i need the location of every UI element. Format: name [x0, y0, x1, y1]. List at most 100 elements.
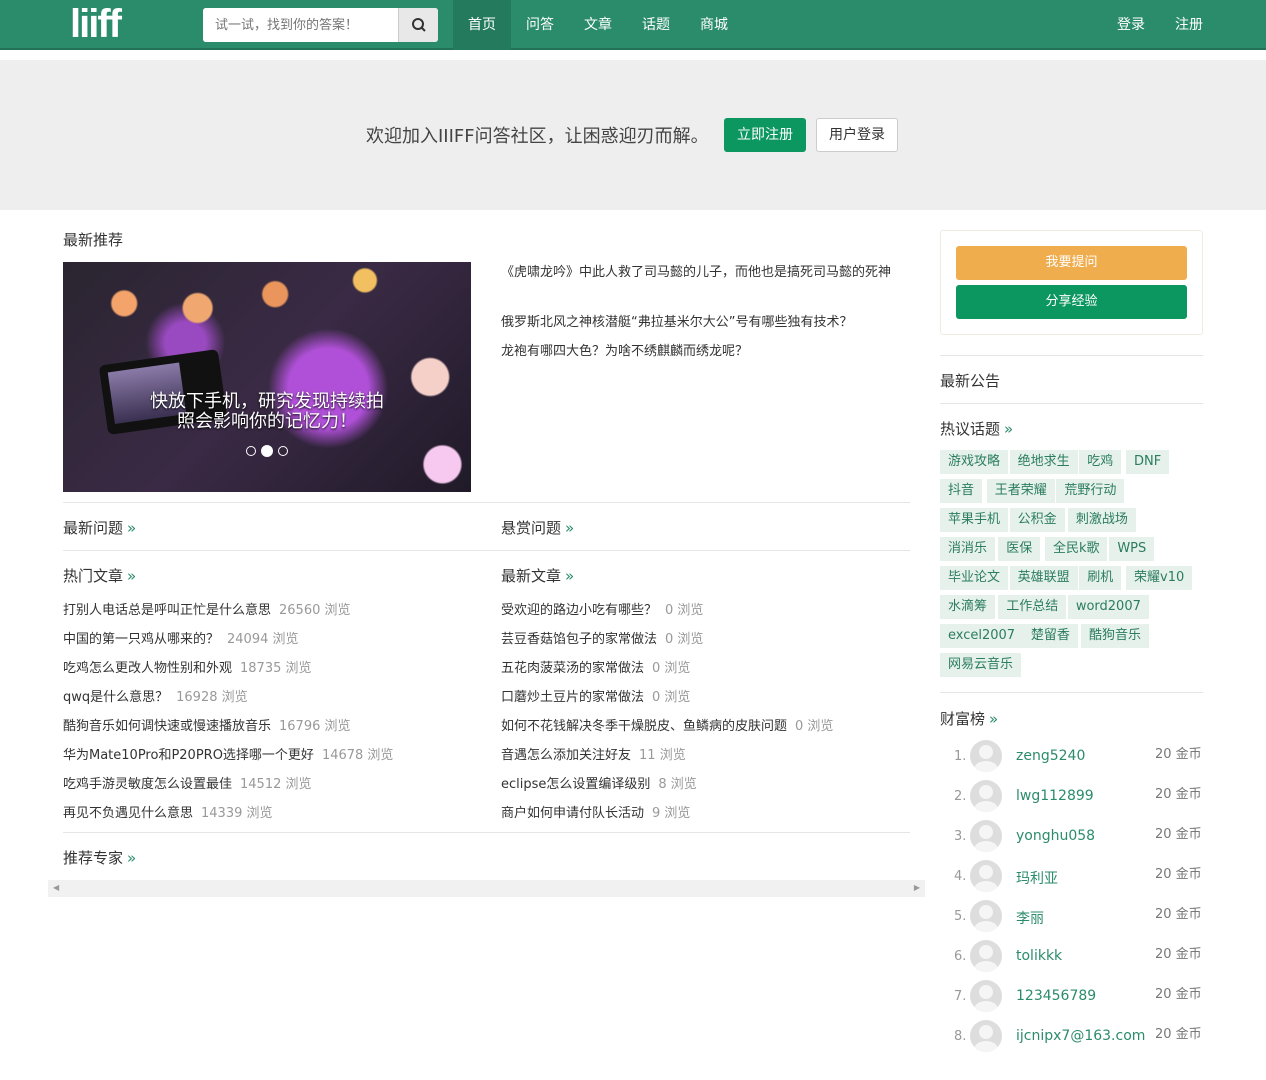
article-title[interactable]: qwq是什么意思？ — [63, 690, 168, 705]
article-item[interactable]: 如何不花钱解决冬季干燥脱皮、鱼鳞病的皮肤问题 0 浏览 — [501, 715, 833, 734]
article-title[interactable]: 中国的第一只鸡从哪来的？ — [63, 632, 219, 647]
topic-tag[interactable]: 酷狗音乐 — [1081, 624, 1150, 648]
avatar[interactable] — [970, 1020, 1002, 1052]
nav-qa[interactable]: 问答 — [511, 0, 569, 50]
topic-tag[interactable]: 王者荣耀 — [986, 479, 1055, 503]
horizontal-scrollbar[interactable]: ◀ ▶ — [48, 880, 925, 897]
nav-mall[interactable]: 商城 — [685, 0, 743, 50]
topic-tag[interactable]: 医保 — [998, 537, 1041, 561]
experts-title[interactable]: 推荐专家» — [63, 847, 136, 868]
share-experience-button[interactable]: 分享经验 — [956, 285, 1187, 319]
topic-tag[interactable]: 英雄联盟 — [1009, 566, 1078, 590]
user-name-link[interactable]: zeng5240 — [1016, 748, 1085, 764]
article-item[interactable]: 打别人电话总是呼叫正忙是什么意思 26560 浏览 — [63, 599, 351, 618]
article-item[interactable]: 受欢迎的路边小吃有哪些？ 0 浏览 — [501, 599, 703, 618]
article-item[interactable]: 吃鸡怎么更改人物性别和外观 18735 浏览 — [63, 657, 312, 676]
article-item[interactable]: 吃鸡手游灵敏度怎么设置最佳 14512 浏览 — [63, 773, 312, 792]
article-title[interactable]: 商户如何申请付队长活动 — [501, 806, 644, 821]
recommend-link[interactable]: 龙袍有哪四大色？为啥不绣麒麟而绣龙呢？ — [501, 341, 911, 362]
search-button[interactable] — [398, 8, 438, 42]
latest-articles-title[interactable]: 最新文章» — [501, 565, 574, 586]
avatar[interactable] — [970, 940, 1002, 972]
carousel-dot[interactable] — [246, 446, 256, 456]
topic-tag[interactable]: 水滴筹 — [940, 595, 996, 619]
article-title[interactable]: 吃鸡怎么更改人物性别和外观 — [63, 661, 232, 676]
article-title[interactable]: 音遇怎么添加关注好友 — [501, 748, 631, 763]
nav-home[interactable]: 首页 — [453, 0, 511, 50]
featured-carousel[interactable]: 快放下手机，研究发现持续拍 照会影响你的记忆力！ — [63, 262, 471, 492]
register-now-button[interactable]: 立即注册 — [724, 118, 806, 152]
bounty-questions-title[interactable]: 悬赏问题» — [501, 517, 574, 538]
topic-tag[interactable]: 绝地求生 — [1009, 450, 1078, 474]
user-name-link[interactable]: tolikkk — [1016, 948, 1062, 964]
article-item[interactable]: 华为Mate10Pro和P20PRO选择哪一个更好 14678 浏览 — [63, 744, 393, 763]
user-name-link[interactable]: lwg112899 — [1016, 788, 1094, 804]
topic-tag[interactable]: excel2007 — [940, 624, 1024, 648]
user-name-link[interactable]: 123456789 — [1016, 988, 1096, 1004]
scroll-right-icon[interactable]: ▶ — [914, 883, 920, 892]
topic-tag[interactable]: 荣耀v10 — [1126, 566, 1193, 590]
article-title[interactable]: 芸豆香菇馅包子的家常做法 — [501, 632, 657, 647]
topic-tag[interactable]: 全民k歌 — [1044, 537, 1108, 561]
hot-topics-title[interactable]: 热议话题» — [940, 418, 1013, 439]
topic-tag[interactable]: 荒野行动 — [1056, 479, 1125, 503]
article-item[interactable]: qwq是什么意思？ 16928 浏览 — [63, 686, 248, 705]
article-title[interactable]: 打别人电话总是呼叫正忙是什么意思 — [63, 603, 271, 618]
avatar[interactable] — [970, 820, 1002, 852]
avatar[interactable] — [970, 980, 1002, 1012]
topic-tag[interactable]: 毕业论文 — [940, 566, 1009, 590]
topic-tag[interactable]: word2007 — [1067, 595, 1149, 619]
register-link[interactable]: 注册 — [1160, 0, 1218, 50]
topic-tag[interactable]: 网易云音乐 — [940, 653, 1022, 677]
article-title[interactable]: 再见不负遇见什么意思 — [63, 806, 193, 821]
article-item[interactable]: 口蘑炒土豆片的家常做法 0 浏览 — [501, 686, 690, 705]
recommend-link[interactable]: 俄罗斯北风之神核潜艇“弗拉基米尔大公”号有哪些独有技术？ — [501, 312, 911, 333]
user-login-button[interactable]: 用户登录 — [816, 118, 898, 152]
nav-articles[interactable]: 文章 — [569, 0, 627, 50]
topic-tag[interactable]: WPS — [1109, 537, 1155, 561]
nav-topics[interactable]: 话题 — [627, 0, 685, 50]
carousel-dot-active[interactable] — [261, 445, 273, 457]
article-title[interactable]: 口蘑炒土豆片的家常做法 — [501, 690, 644, 705]
article-title[interactable]: 受欢迎的路边小吃有哪些？ — [501, 603, 657, 618]
topic-tag[interactable]: 消消乐 — [940, 537, 996, 561]
user-name-link[interactable]: yonghu058 — [1016, 828, 1095, 844]
topic-tag[interactable]: 刺激战场 — [1067, 508, 1136, 532]
topic-tag[interactable]: 工作总结 — [998, 595, 1067, 619]
recommend-link[interactable]: 《虎啸龙吟》中此人救了司马懿的儿子，而他也是搞死司马懿的死神 — [501, 262, 911, 283]
topic-tag[interactable]: 苹果手机 — [940, 508, 1009, 532]
avatar[interactable] — [970, 860, 1002, 892]
article-item[interactable]: 音遇怎么添加关注好友 11 浏览 — [501, 744, 686, 763]
ask-question-button[interactable]: 我要提问 — [956, 246, 1187, 280]
hot-articles-title[interactable]: 热门文章» — [63, 565, 136, 586]
avatar[interactable] — [970, 780, 1002, 812]
slide-caption[interactable]: 快放下手机，研究发现持续拍 照会影响你的记忆力！ — [63, 392, 471, 432]
topic-tag[interactable]: DNF — [1126, 450, 1170, 474]
article-item[interactable]: 再见不负遇见什么意思 14339 浏览 — [63, 802, 273, 821]
avatar[interactable] — [970, 740, 1002, 772]
topic-tag[interactable]: 楚留香 — [1022, 624, 1078, 648]
article-title[interactable]: 华为Mate10Pro和P20PRO选择哪一个更好 — [63, 748, 314, 763]
scroll-left-icon[interactable]: ◀ — [53, 883, 59, 892]
carousel-dot[interactable] — [278, 446, 288, 456]
latest-questions-title[interactable]: 最新问题» — [63, 517, 136, 538]
article-title[interactable]: 酷狗音乐如何调快速或慢速播放音乐 — [63, 719, 271, 734]
article-item[interactable]: 酷狗音乐如何调快速或慢速播放音乐 16796 浏览 — [63, 715, 351, 734]
logo[interactable]: liiff — [70, 4, 122, 44]
user-name-link[interactable]: 李丽 — [1016, 908, 1044, 928]
topic-tag[interactable]: 抖音 — [940, 479, 983, 503]
article-item[interactable]: 芸豆香菇馅包子的家常做法 0 浏览 — [501, 628, 703, 647]
article-item[interactable]: 五花肉菠菜汤的家常做法 0 浏览 — [501, 657, 690, 676]
topic-tag[interactable]: 刷机 — [1079, 566, 1122, 590]
article-item[interactable]: 中国的第一只鸡从哪来的？ 24094 浏览 — [63, 628, 299, 647]
article-title[interactable]: 吃鸡手游灵敏度怎么设置最佳 — [63, 777, 232, 792]
topic-tag[interactable]: 游戏攻略 — [940, 450, 1009, 474]
article-title[interactable]: eclipse怎么设置编译级别 — [501, 777, 650, 792]
avatar[interactable] — [970, 900, 1002, 932]
article-item[interactable]: 商户如何申请付队长活动 9 浏览 — [501, 802, 690, 821]
user-name-link[interactable]: ijcnipx7@163.com — [1016, 1028, 1145, 1044]
article-title[interactable]: 如何不花钱解决冬季干燥脱皮、鱼鳞病的皮肤问题 — [501, 719, 787, 734]
article-item[interactable]: eclipse怎么设置编译级别 8 浏览 — [501, 773, 697, 792]
wealth-ranking-title[interactable]: 财富榜» — [940, 708, 998, 729]
topic-tag[interactable]: 公积金 — [1009, 508, 1065, 532]
